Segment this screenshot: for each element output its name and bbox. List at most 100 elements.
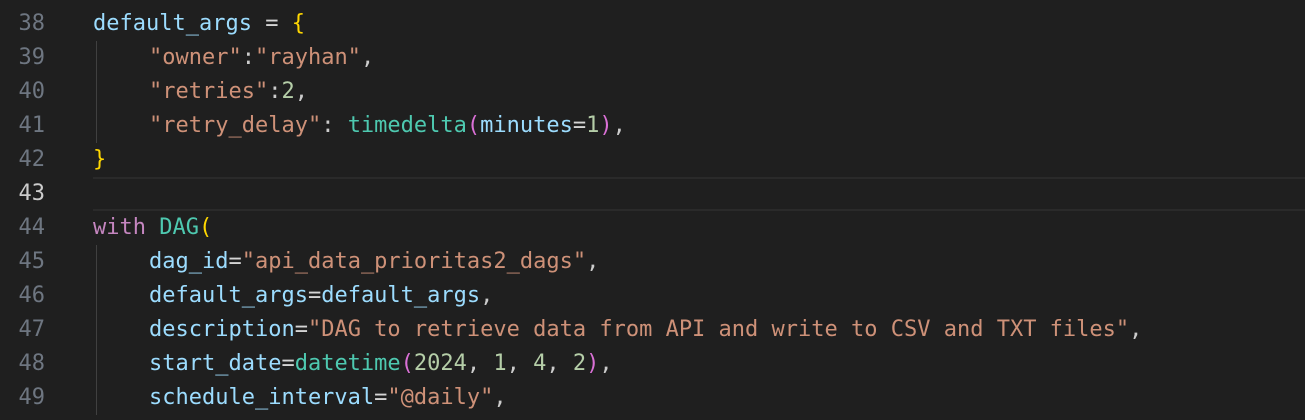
code-area[interactable]: default_args = { [93, 7, 1305, 41]
code-token: : [268, 79, 282, 104]
code-token: 4 [533, 351, 547, 376]
code-area[interactable]: "retries":2, [93, 75, 1305, 109]
code-text: dag_id="api_data_prioritas2_dags", [149, 245, 599, 279]
code-area[interactable]: start_date=datetime(2024, 1, 4, 2), [93, 347, 1305, 381]
line-number: 44 [18, 215, 46, 240]
code-line[interactable]: 39 "owner":"rayhan", [0, 41, 1305, 75]
code-token: start_date [149, 351, 282, 376]
line-number: 39 [18, 45, 46, 70]
code-line[interactable]: 46 default_args=default_args, [0, 279, 1305, 313]
code-token: = [294, 317, 308, 342]
code-area[interactable]: } [93, 143, 1305, 177]
code-line[interactable]: 42} [0, 143, 1305, 177]
code-token: default_args [321, 283, 481, 308]
code-line[interactable]: 38 default_args = { [0, 7, 1305, 41]
code-token: with [93, 215, 146, 240]
code-token: , [294, 79, 308, 104]
code-area[interactable]: description="DAG to retrieve data from A… [93, 313, 1305, 347]
code-token: ( [198, 215, 213, 240]
code-token: DAG [159, 215, 199, 240]
code-area[interactable]: with DAG( [93, 211, 1305, 245]
code-token: : [321, 113, 348, 138]
code-editor[interactable]: 38 default_args = {39 "owner":"rayhan", 40 "… [0, 0, 1305, 420]
line-number: 40 [18, 79, 46, 104]
code-token: 2 [572, 351, 587, 376]
code-token: default_args [93, 11, 252, 36]
code-line[interactable]: 49 schedule_interval="@daily", [0, 381, 1305, 415]
code-line[interactable]: 41 "retry_delay": timedelta(minutes=1), [0, 109, 1305, 143]
code-line[interactable]: 44 with DAG( [0, 211, 1305, 245]
code-token: description [149, 317, 295, 342]
line-number: 45 [18, 249, 46, 274]
code-token: , [612, 113, 626, 138]
code-area[interactable]: schedule_interval="@daily", [93, 381, 1305, 415]
code-token: , [546, 351, 573, 376]
code-area[interactable]: default_args=default_args, [93, 279, 1305, 313]
code-line[interactable]: 40 "retries":2, [0, 75, 1305, 109]
code-token: = [228, 249, 242, 274]
code-token: "@daily" [387, 385, 494, 410]
code-token: ) [599, 113, 613, 138]
line-number: 46 [18, 283, 46, 308]
code-token: "DAG to retrieve data from API and write… [307, 317, 1130, 342]
code-text: "owner":"rayhan", [149, 41, 374, 75]
code-text: default_args=default_args, [149, 279, 493, 313]
line-number: 42 [18, 147, 46, 172]
code-text: start_date=datetime(2024, 1, 4, 2), [149, 347, 613, 381]
code-line[interactable]: 45 dag_id="api_data_prioritas2_dags", [0, 245, 1305, 279]
code-token: = [307, 283, 322, 308]
code-token: = [251, 11, 292, 36]
code-text: description="DAG to retrieve data from A… [149, 313, 1142, 347]
code-token: , [480, 283, 494, 308]
code-token: , [466, 351, 494, 376]
code-area[interactable]: "owner":"rayhan", [93, 41, 1305, 75]
indent-guide [96, 41, 97, 143]
line-number: 43 [18, 181, 46, 206]
line-number: 48 [18, 351, 46, 376]
code-token: { [291, 11, 305, 36]
indent-guide [96, 245, 97, 415]
code-text: } [93, 143, 106, 177]
code-token: ) [586, 351, 600, 376]
line-number: 41 [18, 113, 46, 138]
code-line[interactable]: 47 description="DAG to retrieve data from… [0, 313, 1305, 347]
code-area[interactable]: "retry_delay": timedelta(minutes=1), [93, 109, 1305, 143]
code-token: minutes [480, 113, 573, 138]
code-token: , [506, 351, 534, 376]
code-token: = [281, 351, 295, 376]
code-token: "owner" [149, 45, 242, 70]
code-token: "retry_delay" [149, 113, 322, 138]
code-token: , [599, 351, 613, 376]
line-number: 47 [18, 317, 46, 342]
code-line[interactable]: 43 [0, 177, 1305, 211]
code-text: schedule_interval="@daily", [149, 381, 507, 415]
line-number: 38 [18, 11, 46, 36]
code-token: schedule_interval [149, 385, 375, 410]
code-token: "rayhan" [254, 45, 361, 70]
code-token: 2 [281, 79, 295, 104]
code-token: "retries" [149, 79, 269, 104]
code-token: 1 [586, 113, 600, 138]
code-token: datetime [294, 351, 401, 376]
code-token: timedelta [347, 113, 467, 138]
code-token: , [586, 249, 600, 274]
code-text: "retry_delay": timedelta(minutes=1), [149, 109, 626, 143]
code-area[interactable]: dag_id="api_data_prioritas2_dags", [93, 245, 1305, 279]
code-token: = [572, 113, 587, 138]
code-line[interactable]: 48 start_date=datetime(2024, 1, 4, 2), [0, 347, 1305, 381]
code-token: , [1129, 317, 1143, 342]
code-token: 2024 [413, 351, 467, 376]
code-text: with DAG( [93, 211, 212, 245]
code-token: , [360, 45, 375, 70]
code-text: default_args = { [93, 7, 305, 41]
code-token: dag_id [149, 249, 229, 274]
code-token: default_args [149, 283, 308, 308]
code-token: "api_data_prioritas2_dags" [241, 249, 587, 274]
code-area[interactable] [93, 177, 1305, 211]
code-token: , [493, 385, 507, 410]
code-token: ( [466, 113, 481, 138]
code-token: ( [400, 351, 414, 376]
code-token: } [93, 147, 107, 172]
code-text: "retries":2, [149, 75, 308, 109]
